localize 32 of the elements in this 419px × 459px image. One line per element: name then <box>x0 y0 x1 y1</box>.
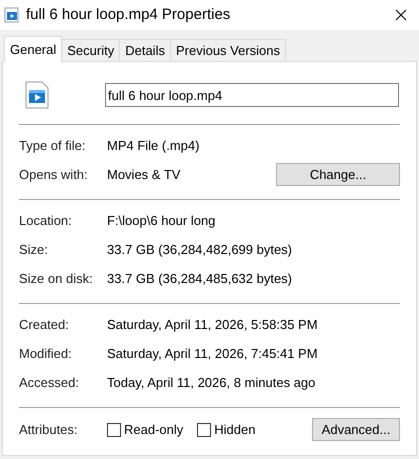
field-value: 33.7 GB (36,284,482,699 bytes) <box>107 240 292 259</box>
field-value: F:\loop\6 hour long <box>107 212 216 230</box>
field-label: Type of file: <box>19 136 86 155</box>
tab[interactable]: Previous Versions <box>170 39 286 61</box>
field-label: Attributes: <box>19 420 79 439</box>
video-file-icon <box>25 80 49 110</box>
tab[interactable]: General <box>4 36 62 62</box>
field-label: Size on disk: <box>19 270 94 288</box>
field-label: Created: <box>19 316 70 334</box>
checkbox-label[interactable]: Read-only <box>124 420 184 440</box>
field-value: Movies & TV <box>107 166 180 184</box>
tab[interactable]: Security <box>62 39 120 61</box>
checkbox[interactable] <box>197 422 212 436</box>
field-label: Accessed: <box>19 374 80 392</box>
field-label: Location: <box>19 212 73 230</box>
field-value: Saturday, April 11, 2026, 5:58:35 PM <box>107 316 318 334</box>
window-title: full 6 hour loop.mp4 Properties <box>26 4 230 25</box>
checkbox-label[interactable]: Hidden <box>214 420 256 440</box>
video-file-icon <box>4 7 20 23</box>
change-button[interactable]: Change... <box>276 163 400 186</box>
close-icon[interactable] <box>395 9 407 21</box>
tab[interactable]: Details <box>120 39 171 61</box>
field-label: Modified: <box>19 344 73 363</box>
field-label: Opens with: <box>19 166 89 184</box>
checkbox[interactable] <box>107 422 121 436</box>
field-label: Size: <box>19 240 49 259</box>
file-name-field[interactable]: full 6 hour loop.mp4 <box>105 83 399 107</box>
advanced-button[interactable]: Advanced... <box>312 418 400 441</box>
field-value: Today, April 11, 2026, 8 minutes ago <box>107 374 316 392</box>
field-value: 33.7 GB (36,284,485,632 bytes) <box>107 270 292 288</box>
field-value: Saturday, April 11, 2026, 7:45:41 PM <box>107 344 318 363</box>
field-value: MP4 File (.mp4) <box>107 136 200 155</box>
